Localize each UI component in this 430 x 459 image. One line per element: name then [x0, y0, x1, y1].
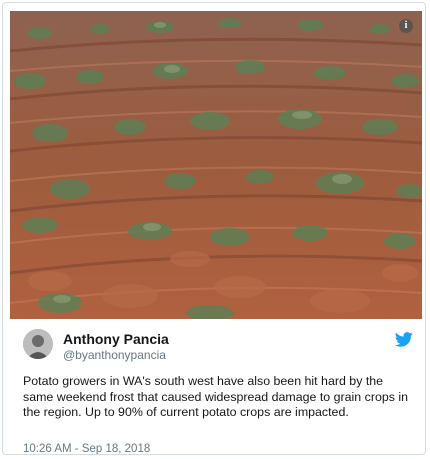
embedded-tweet-card[interactable]: i Anthony Pancia @byanthonypancia Potato… — [2, 2, 426, 455]
author-name[interactable]: Anthony Pancia — [63, 331, 169, 347]
info-icon[interactable]: i — [399, 19, 413, 33]
author-handle[interactable]: @byanthonypancia — [63, 348, 166, 362]
twitter-bird-icon[interactable] — [395, 332, 413, 347]
tweet-text: Potato growers in WA's south west have a… — [23, 374, 409, 419]
avatar[interactable] — [23, 329, 53, 359]
tweet-author[interactable]: Anthony Pancia @byanthonypancia — [23, 329, 413, 369]
tweet-photo[interactable]: i — [10, 11, 422, 319]
tweet-timestamp[interactable]: 10:26 AM - Sep 18, 2018 — [23, 443, 150, 454]
potato-field-image — [10, 11, 422, 319]
